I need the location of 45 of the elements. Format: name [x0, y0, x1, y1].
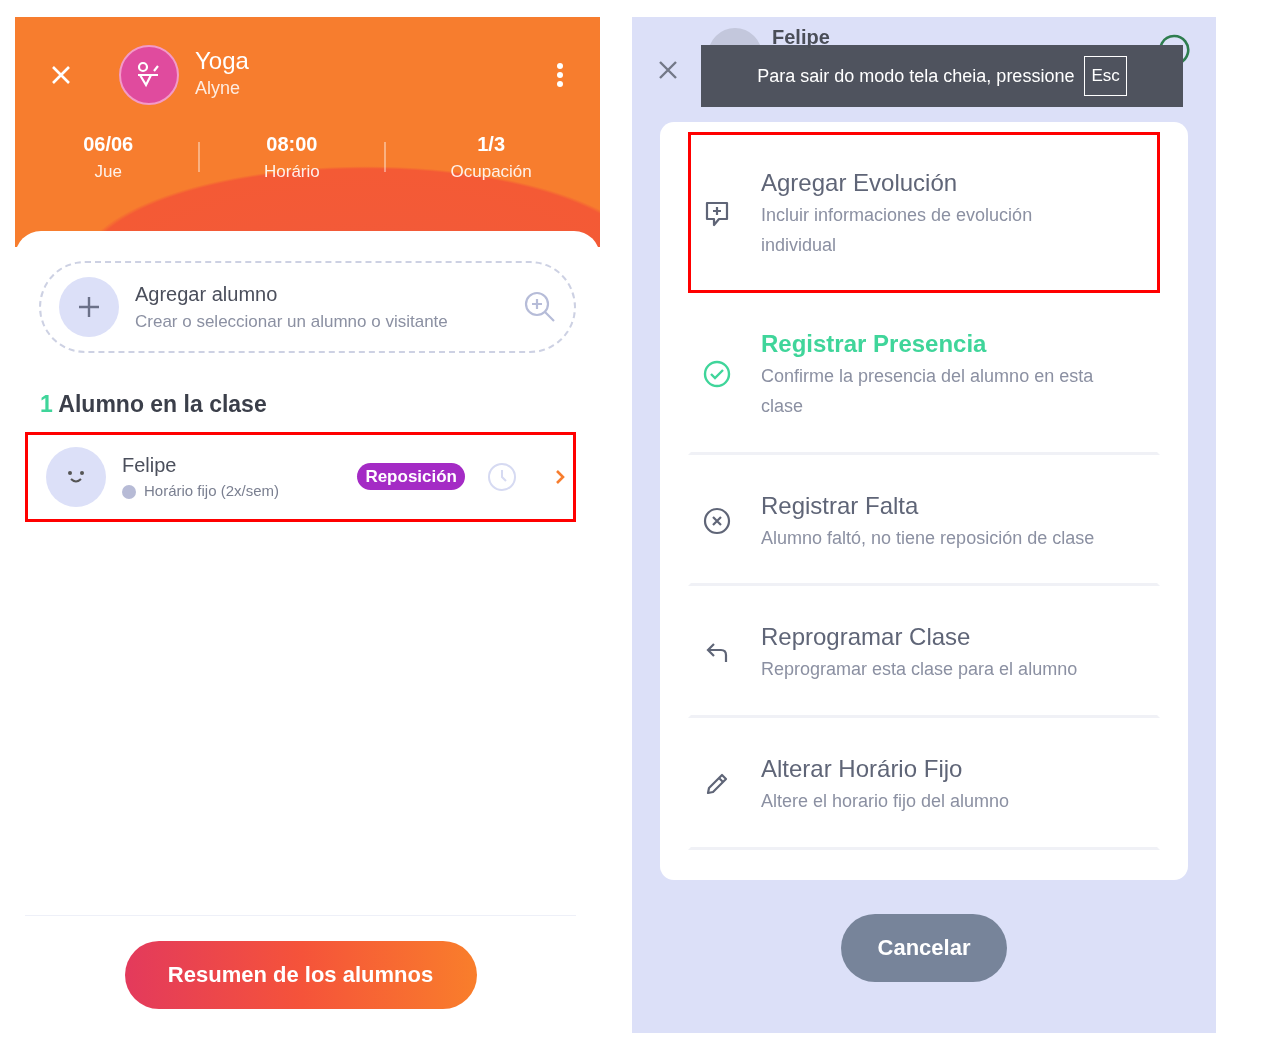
makeup-tag: Reposición [357, 462, 465, 491]
option-title: Registrar Falta [761, 490, 920, 521]
close-icon[interactable] [658, 59, 678, 80]
stat-value: 1/3 [476, 132, 507, 157]
status-dot [122, 484, 136, 499]
option-description: Alumno faltó, no tiene reposición de clase [761, 526, 1095, 550]
toast-message: Para sair do modo tela cheia, pressione [757, 64, 1075, 88]
option-description: Altere el horario fijo del alumno [761, 790, 1010, 814]
instructor-name: Alyne [195, 76, 242, 100]
option-title: Alterar Horário Fijo [761, 754, 964, 785]
summary-button[interactable]: Resumen de los alumnos [124, 940, 477, 1009]
option-description: Confirme la presencia del alumno en esta clase [761, 365, 1095, 419]
option-title: Agregar Evolución [761, 168, 959, 198]
cancel-button[interactable]: Cancelar [841, 913, 1007, 982]
chevron-icon[interactable] [555, 468, 565, 485]
stat-value: 08:00 [265, 132, 319, 157]
stat-label: Horário [264, 161, 320, 183]
option-item[interactable]: Registrar Falta Alumno faltó, no tiene reposición de clase [688, 454, 1160, 587]
option-item[interactable]: Registrar Presencia Confirme la presencia del alumno en esta clase [688, 293, 1160, 455]
more-menu-icon[interactable] [556, 62, 564, 88]
plus-icon [78, 296, 100, 318]
search-icon [524, 291, 556, 323]
cancel-circle-icon [703, 506, 731, 535]
option-description: Incluir informaciones de evolución individual [761, 204, 1034, 257]
class-title: Yoga [195, 48, 249, 75]
option-title: Registrar Presencia [761, 329, 988, 360]
clock-icon [487, 461, 517, 492]
option-item[interactable]: Agregar Evolución Incluir informaciones de evolución individual [688, 132, 1160, 294]
esc-key: Esc [1084, 56, 1127, 96]
stat-value: 06/06 [83, 132, 134, 157]
option-title: Reprogramar Clase [761, 622, 972, 653]
check-circle-icon [703, 360, 731, 389]
student-name: Felipe [122, 453, 178, 479]
section-title: 1 Alumno en la clase [40, 390, 268, 419]
stat-label: Ocupación [450, 161, 532, 183]
option-item[interactable]: Alterar Horário Fijo Altere el horario fijo del alumno [688, 718, 1160, 850]
yoga-logo-icon [119, 45, 179, 105]
student-row[interactable]: Felipe Horário fijo (2x/sem) Reposición [25, 431, 576, 522]
option-item[interactable]: Reprogramar Clase Reprogramar esta clase para el alumno [688, 586, 1160, 719]
student-name: Felipe [772, 25, 830, 48]
stat-label: Jue [93, 161, 123, 183]
plan-text: Horário fijo (2x/sem) [144, 481, 280, 502]
option-description: Reprogramar esta clase para el alumno [761, 658, 1078, 682]
add-student-button[interactable]: Agregar alumno Crear o seleccionar un alumno o visitante [39, 261, 576, 353]
add-student-title: Agregar alumno [135, 282, 279, 308]
